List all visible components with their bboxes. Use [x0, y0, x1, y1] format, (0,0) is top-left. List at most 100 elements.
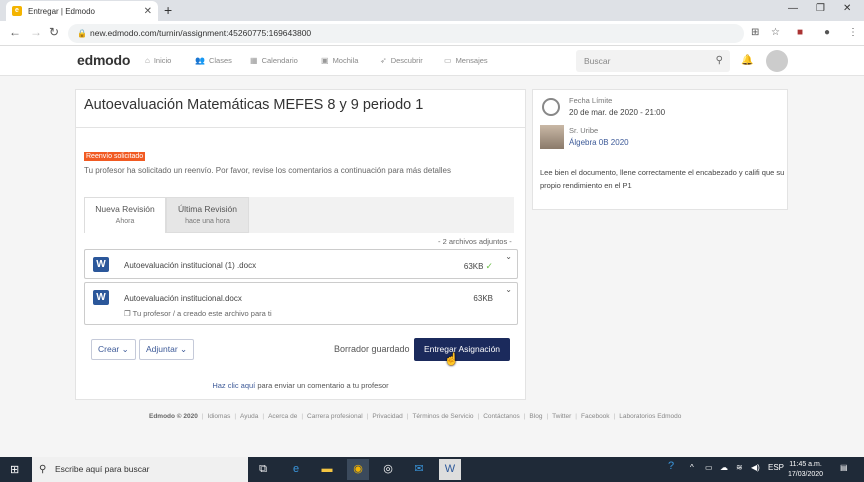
taskbar-search-input[interactable]: ⚲ Escribe aquí para buscar — [32, 457, 248, 482]
chevron-down-icon[interactable]: ⌄ — [505, 285, 512, 294]
browser-tabbar: e Entregar | Edmodo ✕ + — ❐ ✕ — [0, 0, 864, 21]
tab-title: Entregar | Edmodo — [28, 6, 96, 16]
task-view-icon[interactable]: ⧉ — [252, 459, 274, 480]
footer-link[interactable]: Acerca de — [268, 413, 297, 420]
search-input[interactable]: Buscar ⚲ — [576, 50, 730, 72]
battery-icon[interactable]: ▭ — [705, 463, 713, 472]
assignment-info-card: Fecha Límite 20 de mar. de 2020 - 21:00 … — [532, 89, 788, 210]
translate-icon[interactable]: ⊞ — [751, 27, 759, 38]
file-size: 63KB — [473, 294, 493, 303]
comment-rest: para enviar un comentario a tu profesor — [255, 381, 389, 390]
teacher-avatar[interactable] — [540, 125, 564, 149]
new-tab-icon[interactable]: + — [164, 2, 172, 18]
back-icon[interactable]: ← — [9, 25, 21, 39]
create-dropdown[interactable]: Crear ⌄ — [91, 339, 136, 360]
volume-icon[interactable]: ◀) — [751, 463, 760, 472]
create-label: Crear — [98, 344, 120, 354]
chevron-down-icon[interactable]: ⌄ — [505, 252, 512, 261]
extension-icon[interactable]: ■ — [797, 27, 803, 38]
word-icon[interactable]: W — [439, 459, 461, 480]
word-doc-icon: W — [93, 257, 109, 272]
profile-icon[interactable]: ● — [824, 27, 830, 38]
comment-link[interactable]: Haz clic aquí — [212, 381, 255, 390]
nav-clases[interactable]: 👥 Clases — [195, 56, 232, 65]
assignment-title: Autoevaluación Matemáticas MEFES 8 y 9 p… — [84, 97, 424, 113]
nav-calendario[interactable]: ▦ Calendario — [250, 56, 298, 65]
app-icon[interactable]: ◎ — [377, 459, 399, 480]
file-item[interactable]: W Autoevaluación institucional.docx 63KB… — [84, 282, 518, 325]
notification-bell-icon[interactable]: 🔔 — [741, 55, 753, 66]
windows-start-icon[interactable]: ⊞ — [10, 463, 19, 476]
footer-link[interactable]: Laboratorios Edmodo — [619, 413, 681, 420]
tab-new-revision[interactable]: Nueva Revisión Ahora — [84, 197, 166, 233]
resubmit-badge: Reenvío solicitado — [84, 152, 146, 161]
comment-prompt: Haz clic aquí para enviar un comentario … — [76, 381, 525, 390]
nav-label: Mochila — [332, 56, 359, 65]
footer-link[interactable]: Idiomas — [208, 413, 231, 420]
reload-icon[interactable]: ↻ — [49, 25, 59, 39]
due-label: Fecha Límite — [569, 96, 613, 105]
attach-dropdown[interactable]: Adjuntar ⌄ — [139, 339, 195, 360]
help-icon[interactable]: ? — [668, 460, 674, 472]
tab-last-revision[interactable]: Última Revisión hace una hora — [166, 197, 249, 233]
edmodo-logo[interactable]: edmodo — [77, 52, 130, 68]
menu-dots-icon[interactable]: ⋮ — [848, 27, 858, 38]
file-size-wrap: 63KB ✓ — [464, 261, 493, 272]
submit-assignment-button[interactable]: Entregar Asignación — [414, 338, 510, 361]
url-field[interactable]: 🔒 new.edmodo.com/turnin/assignment:45260… — [68, 24, 744, 43]
file-explorer-icon[interactable]: ▬ — [316, 459, 338, 480]
language-indicator[interactable]: ESP — [768, 463, 784, 472]
footer-link[interactable]: Términos de Servicio — [412, 413, 473, 420]
attachments-count: - 2 archivos adjuntos - — [438, 237, 512, 246]
home-icon: ⌂ — [145, 56, 150, 65]
taskbar-clock[interactable]: 11:45 a.m. 17/03/2020 — [788, 460, 823, 480]
star-icon[interactable]: ☆ — [771, 27, 780, 38]
browser-tab[interactable]: e Entregar | Edmodo ✕ — [6, 1, 158, 21]
nav-label: Mensajes — [455, 56, 488, 65]
file-item[interactable]: W Autoevaluación institucional (1) .docx… — [84, 249, 518, 279]
cloud-icon[interactable]: ☁ — [720, 463, 728, 472]
nav-mensajes[interactable]: ▭ Mensajes — [444, 56, 488, 65]
teacher-name[interactable]: Sr. Uribe — [569, 126, 598, 135]
separator: | — [523, 413, 526, 420]
edmodo-favicon-icon: e — [12, 6, 22, 16]
group-link[interactable]: Álgebra 0B 2020 — [569, 138, 629, 147]
forward-icon[interactable]: → — [30, 25, 42, 39]
edge-icon[interactable]: e — [285, 459, 307, 480]
close-tab-icon[interactable]: ✕ — [144, 6, 152, 17]
footer-link[interactable]: Privacidad — [372, 413, 402, 420]
nav-descubrir[interactable]: ➶ Descubrir — [380, 56, 423, 65]
nav-inicio[interactable]: ⌂ Inicio — [145, 56, 171, 65]
nav-mochila[interactable]: ▣ Mochila — [321, 56, 358, 65]
nav-label: Inicio — [153, 56, 172, 65]
edmodo-header: edmodo ⌂ Inicio 👥 Clases ▦ Calendario ▣ Moch… — [0, 46, 864, 76]
chevron-down-icon: ⌄ — [121, 344, 129, 354]
footer-link[interactable]: Ayuda — [240, 413, 258, 420]
footer-link[interactable]: Contáctanos — [483, 413, 520, 420]
search-icon[interactable]: ⚲ — [716, 50, 723, 72]
separator: | — [201, 413, 204, 420]
user-avatar[interactable] — [766, 50, 788, 72]
nav-label: Descubrir — [390, 56, 423, 65]
file-name: Autoevaluación institucional (1) .docx — [124, 261, 257, 270]
maximize-icon[interactable]: ❐ — [816, 3, 825, 14]
minimize-icon[interactable]: — — [788, 3, 798, 14]
notifications-icon[interactable]: ▤ — [840, 463, 848, 472]
mail-icon[interactable]: ✉ — [408, 459, 430, 480]
calendar-icon: ▦ — [250, 56, 258, 65]
window-close-icon[interactable]: ✕ — [843, 3, 851, 14]
separator: | — [366, 413, 369, 420]
wifi-icon[interactable]: ≋ — [736, 463, 743, 472]
footer-link[interactable]: Carrera profesional — [307, 413, 363, 420]
separator: | — [613, 413, 616, 420]
time: 11:45 a.m. — [789, 461, 822, 468]
file-size: 63KB — [463, 262, 484, 271]
footer-link[interactable]: Twitter — [552, 413, 571, 420]
footer-link[interactable]: Facebook — [581, 413, 610, 420]
separator: | — [406, 413, 409, 420]
footer-link[interactable]: Blog — [529, 413, 542, 420]
chrome-icon[interactable]: ◉ — [347, 459, 369, 480]
tray-chevron-icon[interactable]: ^ — [690, 463, 694, 472]
lock-icon: 🔒 — [77, 29, 87, 38]
attach-label: Adjuntar — [146, 344, 178, 354]
